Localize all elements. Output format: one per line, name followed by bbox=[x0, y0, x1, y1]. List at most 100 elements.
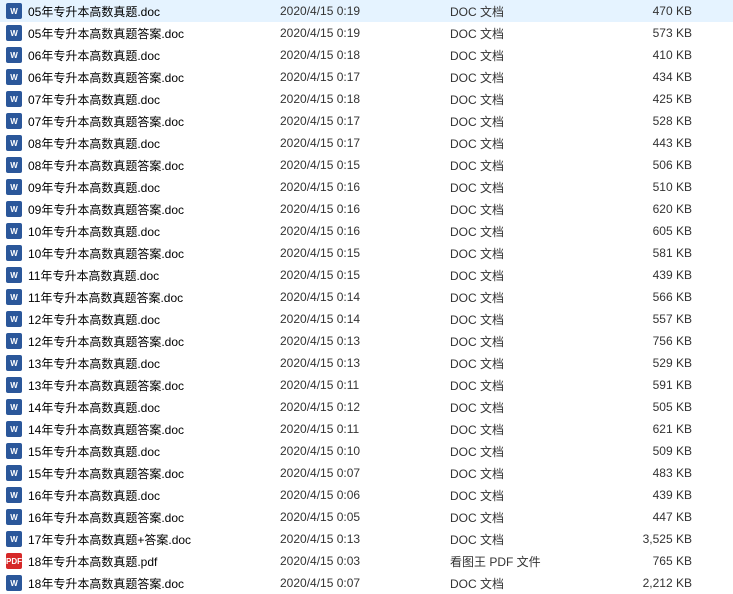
file-name: 10年专升本高数真题.doc bbox=[28, 223, 280, 240]
file-date: 2020/4/15 0:18 bbox=[280, 92, 450, 106]
pdf-file-icon: PDF bbox=[6, 553, 22, 569]
file-name: 13年专升本高数真题.doc bbox=[28, 355, 280, 372]
file-name: 06年专升本高数真题答案.doc bbox=[28, 69, 280, 86]
file-type: DOC 文档 bbox=[450, 135, 610, 152]
file-type: 看图王 PDF 文件 bbox=[450, 553, 610, 570]
file-row[interactable]: W12年专升本高数真题答案.doc2020/4/15 0:13DOC 文档756… bbox=[0, 330, 733, 352]
file-row[interactable]: W08年专升本高数真题答案.doc2020/4/15 0:15DOC 文档506… bbox=[0, 154, 733, 176]
file-name: 14年专升本高数真题.doc bbox=[28, 399, 280, 416]
file-name: 18年专升本高数真题.pdf bbox=[28, 553, 280, 570]
file-name: 08年专升本高数真题.doc bbox=[28, 135, 280, 152]
file-date: 2020/4/15 0:16 bbox=[280, 224, 450, 238]
file-date: 2020/4/15 0:03 bbox=[280, 554, 450, 568]
file-size: 573 KB bbox=[610, 26, 710, 40]
file-row[interactable]: W14年专升本高数真题.doc2020/4/15 0:12DOC 文档505 K… bbox=[0, 396, 733, 418]
file-name: 11年专升本高数真题.doc bbox=[28, 267, 280, 284]
file-date: 2020/4/15 0:13 bbox=[280, 356, 450, 370]
file-size: 765 KB bbox=[610, 554, 710, 568]
file-type: DOC 文档 bbox=[450, 575, 610, 592]
file-row[interactable]: W 09年专升本高数真题答案.doc2020/4/15 0:16DOC 文档620… bbox=[0, 198, 733, 220]
doc-file-icon: W bbox=[6, 333, 22, 349]
doc-file-icon: W bbox=[6, 69, 22, 85]
file-date: 2020/4/15 0:13 bbox=[280, 532, 450, 546]
file-type: DOC 文档 bbox=[450, 531, 610, 548]
doc-file-icon: W bbox=[6, 47, 22, 63]
file-type: DOC 文档 bbox=[450, 487, 610, 504]
doc-file-icon: W bbox=[6, 421, 22, 437]
doc-file-icon: W bbox=[6, 113, 22, 129]
file-size: 528 KB bbox=[610, 114, 710, 128]
file-name: 09年专升本高数真题.doc bbox=[28, 179, 280, 196]
file-date: 2020/4/15 0:14 bbox=[280, 290, 450, 304]
file-type: DOC 文档 bbox=[450, 157, 610, 174]
doc-file-icon: W bbox=[6, 135, 22, 151]
file-row[interactable]: W16年专升本高数真题.doc2020/4/15 0:06DOC 文档439 K… bbox=[0, 484, 733, 506]
doc-file-icon: W bbox=[6, 91, 22, 107]
file-name: 11年专升本高数真题答案.doc bbox=[28, 289, 280, 306]
file-size: 506 KB bbox=[610, 158, 710, 172]
file-size: 439 KB bbox=[610, 268, 710, 282]
doc-file-icon: W bbox=[6, 179, 22, 195]
file-date: 2020/4/15 0:17 bbox=[280, 70, 450, 84]
file-row[interactable]: W13年专升本高数真题答案.doc2020/4/15 0:11DOC 文档591… bbox=[0, 374, 733, 396]
file-row[interactable]: W07年专升本高数真题.doc2020/4/15 0:18DOC 文档425 K… bbox=[0, 88, 733, 110]
file-row[interactable]: W07年专升本高数真题答案.doc2020/4/15 0:17DOC 文档528… bbox=[0, 110, 733, 132]
file-type: DOC 文档 bbox=[450, 333, 610, 350]
file-type: DOC 文档 bbox=[450, 421, 610, 438]
file-row[interactable]: W13年专升本高数真题.doc2020/4/15 0:13DOC 文档529 K… bbox=[0, 352, 733, 374]
file-date: 2020/4/15 0:15 bbox=[280, 268, 450, 282]
file-size: 510 KB bbox=[610, 180, 710, 194]
file-size: 2,212 KB bbox=[610, 576, 710, 590]
file-row[interactable]: W11年专升本高数真题.doc2020/4/15 0:15DOC 文档439 K… bbox=[0, 264, 733, 286]
file-type: DOC 文档 bbox=[450, 91, 610, 108]
doc-file-icon: W bbox=[6, 289, 22, 305]
file-row[interactable]: W09年专升本高数真题.doc2020/4/15 0:16DOC 文档510 K… bbox=[0, 176, 733, 198]
file-row[interactable]: W15年专升本高数真题.doc2020/4/15 0:10DOC 文档509 K… bbox=[0, 440, 733, 462]
file-row[interactable]: PDF 18年专升本高数真题.pdf2020/4/15 0:03看图王 PDF 文… bbox=[0, 550, 733, 572]
file-date: 2020/4/15 0:12 bbox=[280, 400, 450, 414]
file-name: 10年专升本高数真题答案.doc bbox=[28, 245, 280, 262]
file-date: 2020/4/15 0:15 bbox=[280, 158, 450, 172]
file-row[interactable]: W18年专升本高数真题答案.doc2020/4/15 0:07DOC 文档2,2… bbox=[0, 572, 733, 594]
file-row[interactable]: W14年专升本高数真题答案.doc2020/4/15 0:11DOC 文档621… bbox=[0, 418, 733, 440]
file-row[interactable]: W11年专升本高数真题答案.doc2020/4/15 0:14DOC 文档566… bbox=[0, 286, 733, 308]
file-row[interactable]: W12年专升本高数真题.doc2020/4/15 0:14DOC 文档557 K… bbox=[0, 308, 733, 330]
file-date: 2020/4/15 0:11 bbox=[280, 422, 450, 436]
file-type: DOC 文档 bbox=[450, 465, 610, 482]
file-date: 2020/4/15 0:16 bbox=[280, 180, 450, 194]
file-date: 2020/4/15 0:10 bbox=[280, 444, 450, 458]
doc-file-icon: W bbox=[6, 509, 22, 525]
file-size: 591 KB bbox=[610, 378, 710, 392]
file-size: 483 KB bbox=[610, 466, 710, 480]
file-row[interactable]: W10年专升本高数真题答案.doc2020/4/15 0:15DOC 文档581… bbox=[0, 242, 733, 264]
file-name: 06年专升本高数真题.doc bbox=[28, 47, 280, 64]
file-size: 620 KB bbox=[610, 202, 710, 216]
file-date: 2020/4/15 0:07 bbox=[280, 466, 450, 480]
doc-file-icon: W bbox=[6, 201, 22, 217]
file-row[interactable]: W06年专升本高数真题.doc2020/4/15 0:18DOC 文档410 K… bbox=[0, 44, 733, 66]
file-date: 2020/4/15 0:19 bbox=[280, 4, 450, 18]
file-type: DOC 文档 bbox=[450, 509, 610, 526]
file-row[interactable]: W 08年专升本高数真题.doc2020/4/15 0:17DOC 文档443 K… bbox=[0, 132, 733, 154]
doc-file-icon: W bbox=[6, 487, 22, 503]
file-row[interactable]: W06年专升本高数真题答案.doc2020/4/15 0:17DOC 文档434… bbox=[0, 66, 733, 88]
file-row[interactable]: W05年专升本高数真题答案.doc2020/4/15 0:19DOC 文档573… bbox=[0, 22, 733, 44]
file-type: DOC 文档 bbox=[450, 245, 610, 262]
file-name: 18年专升本高数真题答案.doc bbox=[28, 575, 280, 592]
file-row[interactable]: W16年专升本高数真题答案.doc2020/4/15 0:05DOC 文档447… bbox=[0, 506, 733, 528]
file-row[interactable]: W15年专升本高数真题答案.doc2020/4/15 0:07DOC 文档483… bbox=[0, 462, 733, 484]
file-size: 621 KB bbox=[610, 422, 710, 436]
file-date: 2020/4/15 0:16 bbox=[280, 202, 450, 216]
file-size: 566 KB bbox=[610, 290, 710, 304]
file-date: 2020/4/15 0:17 bbox=[280, 114, 450, 128]
file-type: DOC 文档 bbox=[450, 201, 610, 218]
file-type: DOC 文档 bbox=[450, 377, 610, 394]
file-date: 2020/4/15 0:17 bbox=[280, 136, 450, 150]
file-row[interactable]: W10年专升本高数真题.doc2020/4/15 0:16DOC 文档605 K… bbox=[0, 220, 733, 242]
file-row[interactable]: W17年专升本高数真题+答案.doc2020/4/15 0:13DOC 文档3,… bbox=[0, 528, 733, 550]
file-row[interactable]: W05年专升本高数真题.doc2020/4/15 0:19DOC 文档470 K… bbox=[0, 0, 733, 22]
file-name: 12年专升本高数真题答案.doc bbox=[28, 333, 280, 350]
file-name: 09年专升本高数真题答案.doc bbox=[28, 201, 280, 218]
file-size: 605 KB bbox=[610, 224, 710, 238]
file-size: 443 KB bbox=[610, 136, 710, 150]
